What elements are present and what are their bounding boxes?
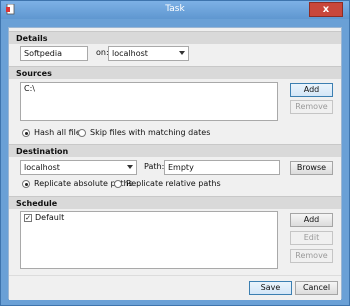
remove-source-button[interactable]: Remove	[290, 100, 333, 114]
task-window: Task x Details Softpedia on: localhost S…	[0, 0, 350, 306]
details-header: Details	[9, 31, 341, 44]
close-button[interactable]: x	[309, 2, 343, 17]
save-button[interactable]: Save	[249, 281, 292, 295]
cancel-button[interactable]: Cancel	[295, 281, 338, 295]
chevron-down-icon	[179, 51, 185, 55]
window-title: Task	[165, 4, 185, 14]
relative-paths-label: Replicate relative paths	[126, 179, 221, 188]
chevron-down-icon	[127, 165, 133, 169]
on-label: on:	[96, 48, 109, 57]
edit-schedule-button[interactable]: Edit	[290, 231, 333, 245]
absolute-paths-radio[interactable]	[22, 180, 30, 188]
add-schedule-button[interactable]: Add	[290, 213, 333, 227]
path-input[interactable]: Empty	[164, 160, 280, 175]
remove-schedule-button[interactable]: Remove	[290, 249, 333, 263]
sources-list[interactable]: C:\	[20, 82, 278, 121]
dialog-footer: Save Cancel	[9, 275, 341, 300]
source-host-select[interactable]: localhost	[108, 46, 189, 61]
destination-host-value: localhost	[24, 163, 60, 172]
close-icon: x	[322, 4, 330, 15]
list-item[interactable]: C:\	[24, 83, 35, 95]
schedule-list[interactable]: ✓ Default	[20, 211, 278, 269]
title-bar[interactable]: Task x	[1, 1, 349, 19]
skip-matching-label: Skip files with matching dates	[90, 128, 211, 137]
source-host-value: localhost	[112, 49, 148, 58]
sources-header: Sources	[9, 66, 341, 79]
default-schedule-checkbox[interactable]: ✓	[24, 214, 32, 222]
hash-all-radio[interactable]	[22, 129, 30, 137]
dialog-body: Details Softpedia on: localhost Sources …	[8, 27, 342, 300]
add-source-button[interactable]: Add	[290, 83, 333, 97]
list-item[interactable]: Default	[35, 212, 64, 224]
destination-host-select[interactable]: localhost	[20, 160, 137, 175]
browse-button[interactable]: Browse	[290, 161, 333, 175]
path-label: Path:	[144, 162, 165, 171]
destination-header: Destination	[9, 144, 341, 157]
task-name-input[interactable]: Softpedia	[20, 46, 88, 61]
schedule-header: Schedule	[9, 196, 341, 209]
skip-matching-radio[interactable]	[78, 129, 86, 137]
relative-paths-radio[interactable]	[114, 180, 122, 188]
check-icon: ✓	[25, 214, 31, 222]
